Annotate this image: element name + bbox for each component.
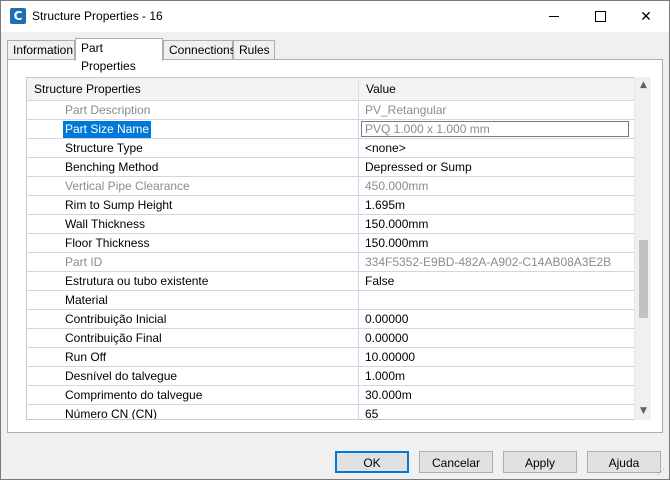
property-grid: Structure Properties Value Part Descript…	[26, 77, 635, 420]
property-value[interactable]: 10.00000	[359, 348, 634, 366]
property-row[interactable]: Desnível do talvegue 1.000m	[27, 367, 634, 386]
property-row[interactable]: Floor Thickness 150.000mm	[27, 234, 634, 253]
maximize-icon	[594, 11, 606, 22]
title-bar[interactable]: C Structure Properties - 16 ✕	[1, 1, 669, 32]
property-name[interactable]: Comprimento do talvegue	[27, 386, 359, 404]
property-name[interactable]: Desnível do talvegue	[27, 367, 359, 385]
column-header-structure-properties[interactable]: Structure Properties	[27, 78, 359, 100]
resize-grip-icon[interactable]: ⋰	[657, 467, 667, 477]
help-button[interactable]: Ajuda	[587, 451, 661, 473]
close-button[interactable]: ✕	[623, 1, 669, 32]
property-value[interactable]: 0.00000	[359, 310, 634, 328]
property-value[interactable]: 150.000mm	[359, 215, 634, 233]
grid-rows: Part Description PV_Retangular Part Size N…	[27, 101, 634, 419]
property-name[interactable]: Run Off	[27, 348, 359, 366]
chevron-up-icon[interactable]: ▲	[635, 77, 652, 94]
property-name[interactable]: Contribuição Final	[27, 329, 359, 347]
column-header-value[interactable]: Value	[359, 78, 634, 100]
property-value[interactable]: Depressed or Sump	[359, 158, 634, 176]
property-value[interactable]: False	[359, 272, 634, 290]
minimize-icon	[549, 16, 559, 17]
property-name[interactable]: Material	[27, 291, 359, 309]
property-name[interactable]: Número CN (CN)	[27, 405, 359, 419]
cancel-button[interactable]: Cancelar	[419, 451, 493, 473]
property-name[interactable]: Part Size Name	[27, 120, 359, 138]
property-name[interactable]: Part ID	[27, 253, 359, 271]
property-value: PV_Retangular	[365, 103, 447, 117]
property-row[interactable]: Benching Method Depressed or Sump	[27, 158, 634, 177]
property-value[interactable]: 30.000m	[359, 386, 634, 404]
property-value[interactable]: 1.000m	[359, 367, 634, 385]
property-row[interactable]: Rim to Sump Height 1.695m	[27, 196, 634, 215]
property-name[interactable]: Floor Thickness	[27, 234, 359, 252]
property-name[interactable]: Contribuição Inicial	[27, 310, 359, 328]
maximize-button[interactable]	[577, 1, 623, 32]
property-value[interactable]: 65	[359, 405, 634, 419]
property-row[interactable]: Comprimento do talvegue 30.000m	[27, 386, 634, 405]
window-title: Structure Properties - 16	[32, 9, 163, 23]
property-row[interactable]: Wall Thickness 150.000mm	[27, 215, 634, 234]
property-name[interactable]: Part Description	[27, 101, 359, 119]
property-row[interactable]: Estrutura ou tubo existente False	[27, 272, 634, 291]
property-row[interactable]: Contribuição Final 0.00000	[27, 329, 634, 348]
property-value[interactable]: 150.000mm	[359, 234, 634, 252]
apply-button[interactable]: Apply	[503, 451, 577, 473]
dialog-window: C Structure Properties - 16 ✕ Informatio…	[0, 0, 670, 480]
property-name[interactable]: Rim to Sump Height	[27, 196, 359, 214]
tab-rules[interactable]: Rules	[233, 40, 275, 59]
property-name-label: Part Size Name	[63, 121, 152, 138]
property-name[interactable]: Wall Thickness	[27, 215, 359, 233]
property-row[interactable]: Structure Type <none>	[27, 139, 634, 158]
property-row[interactable]: Número CN (CN) 65	[27, 405, 634, 419]
property-row[interactable]: Run Off 10.00000	[27, 348, 634, 367]
property-name[interactable]: Estrutura ou tubo existente	[27, 272, 359, 290]
property-name[interactable]: Vertical Pipe Clearance	[27, 177, 359, 195]
tab-information[interactable]: Information	[7, 40, 75, 59]
civil3d-app-icon: C	[10, 8, 26, 24]
property-row[interactable]: Part Size Name PVQ 1.000 x 1.000 mm	[27, 120, 634, 139]
close-icon: ✕	[640, 8, 652, 25]
property-row[interactable]: Part ID 334F5352-E9BD-482A-A902-C14AB08A3…	[27, 253, 634, 272]
scrollbar-thumb[interactable]	[639, 240, 648, 318]
vertical-scrollbar[interactable]: ▲ ▼	[634, 77, 651, 420]
property-row[interactable]: Material	[27, 291, 634, 310]
property-row[interactable]: Vertical Pipe Clearance 450.000mm	[27, 177, 634, 196]
property-value[interactable]: 0.00000	[359, 329, 634, 347]
property-value-editor[interactable]: PVQ 1.000 x 1.000 mm	[361, 121, 629, 137]
property-name[interactable]: Benching Method	[27, 158, 359, 176]
property-value[interactable]: <none>	[359, 139, 634, 157]
grid-header: Structure Properties Value	[27, 78, 634, 101]
property-name[interactable]: Structure Type	[27, 139, 359, 157]
property-value: 334F5352-E9BD-482A-A902-C14AB08A3E2B	[365, 255, 612, 269]
property-row[interactable]: Contribuição Inicial 0.00000	[27, 310, 634, 329]
property-value: 450.000mm	[365, 179, 429, 193]
chevron-down-icon[interactable]: ▼	[635, 403, 652, 420]
property-value[interactable]	[359, 291, 634, 309]
minimize-button[interactable]	[531, 1, 577, 32]
part-properties-panel: Structure Properties Value Part Descript…	[7, 59, 663, 433]
tab-part-properties[interactable]: Part Properties	[75, 38, 163, 73]
property-row[interactable]: Part Description PV_Retangular	[27, 101, 634, 120]
tab-connections[interactable]: Connections	[163, 40, 236, 59]
property-value[interactable]: 1.695m	[359, 196, 634, 214]
ok-button[interactable]: OK	[335, 451, 409, 473]
property-value[interactable]: PVQ 1.000 x 1.000 mm	[359, 120, 634, 138]
